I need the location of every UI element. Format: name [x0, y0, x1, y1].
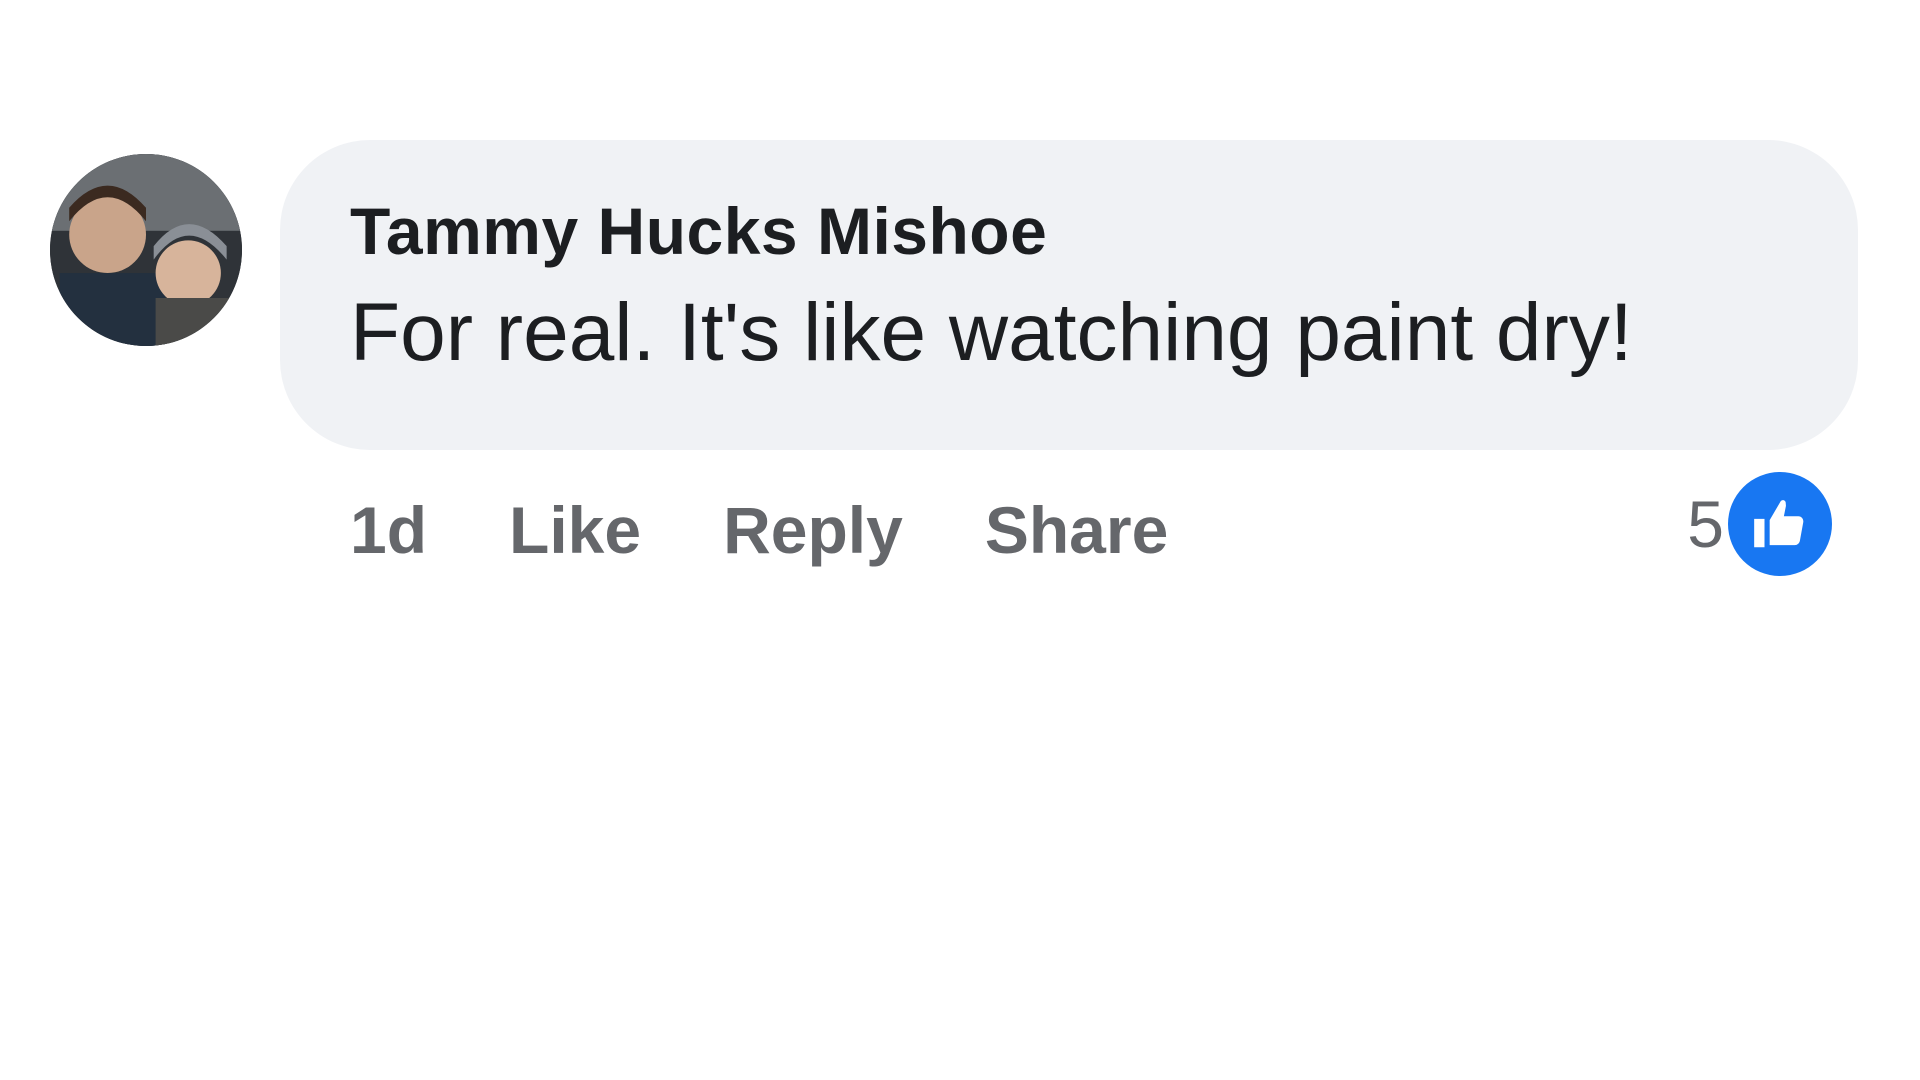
avatar-photo — [50, 154, 242, 346]
reaction-summary[interactable]: 5 — [1687, 472, 1832, 576]
reply-button[interactable]: Reply — [723, 492, 903, 568]
reaction-count: 5 — [1687, 487, 1724, 561]
comment-text: For real. It's like watching paint dry! — [350, 287, 1633, 378]
avatar[interactable] — [50, 154, 242, 346]
comment-actions: 1d Like Reply Share — [350, 480, 1168, 580]
like-button[interactable]: Like — [509, 492, 641, 568]
comment-timestamp[interactable]: 1d — [350, 492, 427, 568]
comment-bubble: Tammy Hucks Mishoe For real. It's like w… — [280, 140, 1858, 450]
thumbs-up-icon — [1728, 472, 1832, 576]
comment-author[interactable]: Tammy Hucks Mishoe — [350, 198, 1788, 264]
share-button[interactable]: Share — [985, 492, 1168, 568]
